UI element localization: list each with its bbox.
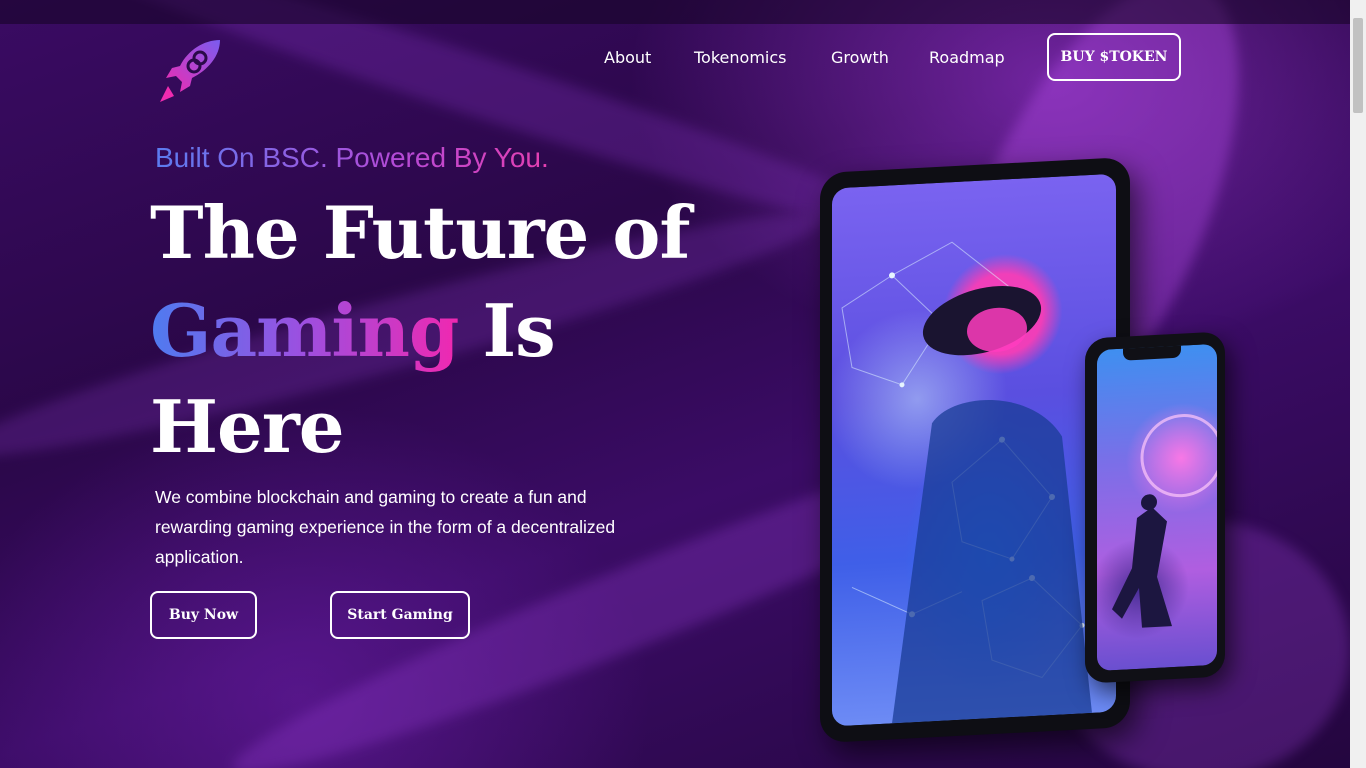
scrollbar-thumb[interactable] (1353, 18, 1363, 113)
phone-mockup (1085, 331, 1225, 684)
phone-screen-image (1097, 343, 1217, 672)
rocket-logo-icon[interactable] (158, 36, 226, 106)
hero-title-line3: Here (150, 384, 345, 469)
hero-title-line1: The Future of (150, 190, 690, 275)
nav-tokenomics[interactable]: Tokenomics (694, 48, 786, 67)
tablet-screen-image (832, 173, 1116, 727)
phone-game-graphic (1112, 414, 1217, 628)
nav-about[interactable]: About (604, 48, 651, 67)
network-lines-graphic (841, 241, 1092, 724)
top-strip (0, 0, 1350, 24)
tablet-mockup (820, 156, 1130, 744)
hero-description: We combine blockchain and gaming to crea… (155, 487, 616, 567)
hero-highlight-word: Gaming (150, 288, 459, 373)
buy-token-button[interactable]: BUY $TOKEN (1047, 33, 1181, 81)
buy-now-button[interactable]: Buy Now (150, 591, 257, 639)
hero-tagline: Built On BSC. Powered By You. (155, 142, 549, 173)
nav-growth[interactable]: Growth (831, 48, 889, 67)
hero-title-line2: Gaming Is (150, 288, 556, 373)
start-gaming-button[interactable]: Start Gaming (330, 591, 470, 639)
hero-title-line2-rest: Is (482, 288, 555, 373)
page-scrollbar[interactable] (1350, 0, 1366, 768)
nav-roadmap[interactable]: Roadmap (929, 48, 1005, 67)
